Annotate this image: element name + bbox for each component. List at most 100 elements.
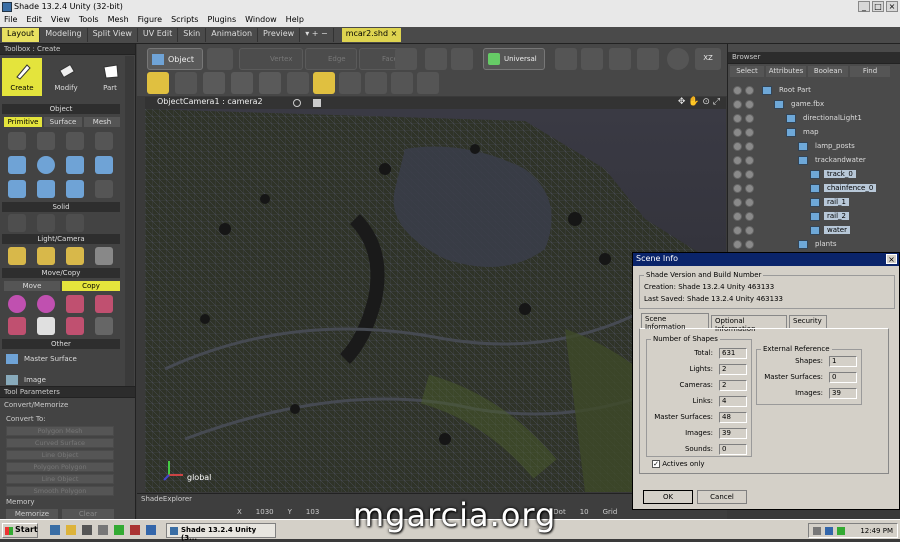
tab-layout[interactable]: Layout [2,28,41,42]
menu-scripts[interactable]: Scripts [171,15,198,26]
globe-icon[interactable] [667,48,689,70]
magnify-tool-icon[interactable] [8,295,26,313]
tab-preview[interactable]: Preview [258,28,301,42]
selection-box-icon[interactable] [395,48,417,70]
menu-plugins[interactable]: Plugins [207,15,236,26]
vertex-mode-button[interactable]: Vertex [239,48,303,70]
visibility-toggle-icon[interactable] [733,128,742,137]
render-icon[interactable] [391,72,413,94]
tree-row[interactable]: chainfence_0 [728,182,900,196]
browser-tab-select[interactable]: Select [730,66,764,77]
spotlight-tool-icon[interactable] [37,247,55,265]
convert-line-object-2-button[interactable]: Line Object [6,474,114,484]
lock-toggle-icon[interactable] [745,142,754,151]
clear-button[interactable]: Clear [62,509,114,519]
tab-uv-edit[interactable]: UV Edit [138,28,179,42]
tree-row[interactable]: game.fbx [728,98,900,112]
clock-time[interactable]: 12:49 PM [860,527,893,535]
menu-file[interactable]: File [4,15,17,26]
close-button[interactable]: × [886,1,898,12]
lock-toggle-icon[interactable] [745,114,754,123]
solid-tool-icon[interactable] [8,214,26,232]
menu-window[interactable]: Window [245,15,277,26]
solid-tool-icon[interactable] [66,214,84,232]
quicklaunch-icon[interactable] [82,525,92,535]
master-surface-item[interactable]: Master Surface [6,352,120,366]
tab-animation[interactable]: Animation [206,28,259,42]
pin-icon[interactable] [451,48,473,70]
box-tool-icon[interactable] [8,156,26,174]
quicklaunch-icon[interactable] [130,525,140,535]
tab-mesh[interactable]: Mesh [84,117,120,127]
capsule-tool-icon[interactable] [37,180,55,198]
view-icon[interactable] [231,72,253,94]
convert-curved-surface-button[interactable]: Curved Surface [6,438,114,448]
dialog-tab-optional-information[interactable]: Optional Information [711,315,787,333]
dot-value[interactable]: 10 [580,508,589,516]
dialog-tab-security[interactable]: Security [789,315,827,328]
tray-icon[interactable] [837,527,845,535]
tree-row[interactable]: trackandwater [728,154,900,168]
tree-row[interactable]: rail_2 [728,210,900,224]
folder-icon[interactable] [66,525,76,535]
tray-icon[interactable] [813,527,821,535]
solid-tool-icon[interactable] [37,214,55,232]
menu-view[interactable]: View [51,15,70,26]
preview-icon[interactable] [417,72,439,94]
visibility-toggle-icon[interactable] [733,156,742,165]
maximize-button[interactable]: □ [872,1,884,12]
menu-edit[interactable]: Edit [26,15,42,26]
menu-figure[interactable]: Figure [138,15,162,26]
cancel-button[interactable]: Cancel [697,490,747,504]
numeric-tool-icon[interactable] [37,317,55,335]
ie-icon[interactable] [50,525,60,535]
section-light-camera[interactable]: Light/Camera [2,234,120,244]
sphere-tool-icon[interactable] [37,156,55,174]
tab-move[interactable]: Move [4,281,60,291]
browser-tab-attributes[interactable]: Attributes [766,66,806,77]
minimize-button[interactable]: _ [858,1,870,12]
viewport-nav-icons[interactable]: ✥ ✋ ⊙ ⤢ [678,97,720,107]
dialog-close-button[interactable]: × [886,254,897,264]
transform-tool-icon[interactable] [8,317,26,335]
refresh-icon[interactable] [425,48,447,70]
curve-tool-icon[interactable] [37,132,55,150]
modify-button[interactable]: Modify [46,58,86,96]
quicklaunch-icon[interactable] [98,525,108,535]
distort-tool-icon[interactable] [95,317,113,335]
lock-toggle-icon[interactable] [745,212,754,221]
layout-single-icon[interactable] [147,72,169,94]
menu-tools[interactable]: Tools [79,15,99,26]
part-button[interactable]: Part [90,58,130,96]
line-tool-icon[interactable] [8,132,26,150]
tray-icon[interactable] [825,527,833,535]
actives-only-checkbox[interactable]: ✓ Actives only [652,460,705,468]
toolbox-scrollbar[interactable] [125,56,134,386]
tab-skin[interactable]: Skin [178,28,207,42]
tree-row[interactable]: water [728,224,900,238]
mirror-tool-icon[interactable] [66,317,84,335]
texture-icon[interactable] [339,72,361,94]
tab-primitive[interactable]: Primitive [4,117,42,127]
rotate-tool-icon[interactable] [37,295,55,313]
viewport-camera-label[interactable]: ObjectCamera1 : camera2 [157,97,263,106]
image-item[interactable]: Image [6,374,120,386]
universal-manipulator-button[interactable]: Universal [483,48,545,70]
tab-controls[interactable]: ▾ + − [300,28,334,42]
xz-plane-button[interactable]: XZ [695,48,721,70]
object-mode-button[interactable]: Object [147,48,203,70]
browser-tab-find[interactable]: Find [850,66,890,77]
tree-row[interactable]: track_0 [728,168,900,182]
start-button[interactable]: Start [2,523,38,538]
torus-tool-icon[interactable] [66,180,84,198]
convert-smooth-polygon-button[interactable]: Smooth Polygon [6,486,114,496]
pointlight-tool-icon[interactable] [66,247,84,265]
cone-tool-icon[interactable] [66,156,84,174]
visibility-toggle-icon[interactable] [733,212,742,221]
ok-button[interactable]: OK [643,490,693,504]
box-view-icon[interactable] [259,72,281,94]
menu-help[interactable]: Help [286,15,304,26]
section-object[interactable]: Object [2,104,120,114]
table-icon[interactable] [203,72,225,94]
visibility-toggle-icon[interactable] [733,184,742,193]
